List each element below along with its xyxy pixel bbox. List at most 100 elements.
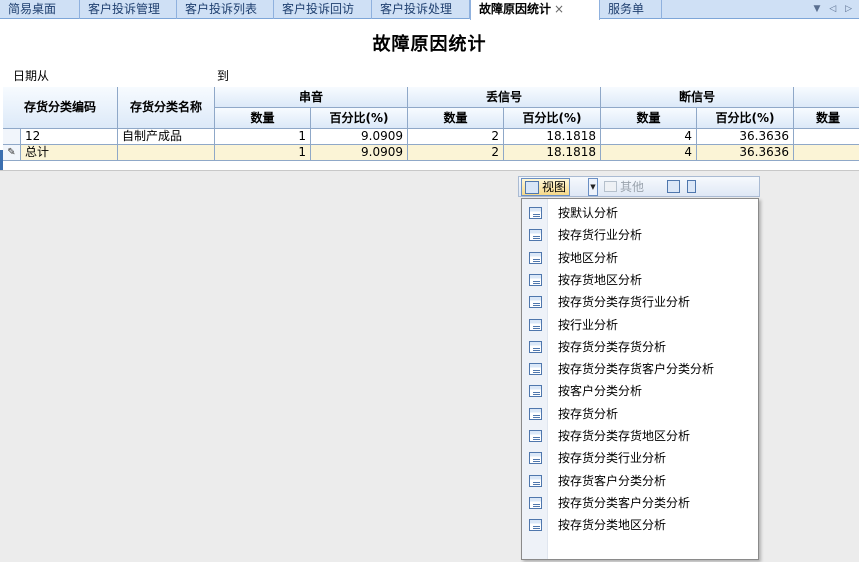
view-menu-item[interactable]: 按存货分类行业分析 <box>522 447 758 469</box>
header-group-signal-lost[interactable]: 丢信号 <box>408 87 601 108</box>
total-qty[interactable]: 1 <box>215 145 311 161</box>
header-pct[interactable]: 百分比(%) <box>697 108 794 129</box>
view-menu-item[interactable]: 按存货分类存货行业分析 <box>522 291 758 313</box>
view-menu-item[interactable]: 按默认分析 <box>522 202 758 224</box>
table-icon <box>529 452 542 465</box>
view-menu-item[interactable]: 按客户分类分析 <box>522 380 758 402</box>
view-menu-item[interactable]: 按存货分类存货客户分类分析 <box>522 358 758 380</box>
tab-service-order[interactable]: 服务单 <box>600 0 662 19</box>
view-menu-item-label: 按存货地区分析 <box>558 272 643 287</box>
tab-nav-arrows-icon[interactable]: ▼ ◁ ▷ <box>814 0 856 19</box>
view-menu-item-label: 按存货分类地区分析 <box>558 518 667 533</box>
table-icon <box>529 296 542 309</box>
table-icon <box>529 318 542 331</box>
view-menu: 按默认分析按存货行业分析 按地区分析按存货地区分析按存货分类存货行业分析 按行业分析… <box>521 198 759 560</box>
header-code[interactable]: 存货分类编码 <box>3 87 118 129</box>
tab-fault-cause-stats[interactable]: 故障原因统计 × <box>470 0 600 20</box>
total-label[interactable]: 总计 <box>21 145 118 161</box>
cell-pct[interactable]: 18.1818 <box>504 129 601 145</box>
table-icon <box>529 519 542 532</box>
view-menu-item[interactable]: 按存货分析 <box>522 403 758 425</box>
view-menu-item-label: 按客户分类分析 <box>558 384 643 399</box>
view-menu-item[interactable]: 按存货客户分类分析 <box>522 470 758 492</box>
tab-complaint-list[interactable]: 客户投诉列表 <box>177 0 274 19</box>
other-icon <box>604 181 617 192</box>
other-button[interactable]: 其他 <box>602 179 644 195</box>
view-menu-item-label: 按存货分类行业分析 <box>558 451 667 466</box>
header-qty[interactable]: 数量 <box>408 108 504 129</box>
table-icon[interactable] <box>667 180 680 193</box>
header-qty[interactable]: 数量 <box>794 108 859 129</box>
view-menu-item-label: 按存货分类存货地区分析 <box>558 429 691 443</box>
table-icon <box>529 363 542 376</box>
chevron-down-icon[interactable]: ▼ <box>588 178 598 196</box>
total-qty[interactable]: 4 <box>601 145 697 161</box>
cell-qty[interactable]: 2 <box>408 129 504 145</box>
view-toolbar: 视图 ▼ 其他 <box>518 176 760 197</box>
view-menu-item[interactable]: 按行业分析 <box>522 314 758 336</box>
total-qty[interactable]: 2 <box>408 145 504 161</box>
cell-name[interactable]: 自制产成品 <box>118 129 215 145</box>
tab-label: 简易桌面 <box>8 2 57 16</box>
header-group-signal-broken[interactable]: 断信号 <box>601 87 794 108</box>
view-menu-item[interactable]: 按存货地区分析 <box>522 269 758 291</box>
header-group-more <box>794 87 859 108</box>
view-menu-item-label: 按存货分类存货分析 <box>558 339 667 354</box>
tab-complaint-management[interactable]: 客户投诉管理 <box>80 0 177 19</box>
view-menu-item[interactable]: 按存货行业分析 <box>522 224 758 246</box>
tab-simple-desktop[interactable]: 简易桌面 <box>0 0 80 19</box>
header-qty[interactable]: 数量 <box>215 108 311 129</box>
view-menu-item[interactable]: 按存货分类存货地区分析 <box>522 425 758 447</box>
date-to-label: 到 <box>217 69 230 83</box>
cell-more[interactable] <box>794 145 859 161</box>
table-icon <box>529 340 542 353</box>
view-menu-item-label: 按默认分析 <box>558 206 619 220</box>
view-menu-item-label: 按存货分类存货行业分析 <box>558 295 691 310</box>
cell-qty[interactable]: 4 <box>601 129 697 145</box>
row-header[interactable] <box>3 129 21 145</box>
total-pct[interactable]: 9.0909 <box>311 145 408 161</box>
table-icon <box>529 385 542 398</box>
tab-label: 客户投诉回访 <box>282 2 355 16</box>
edit-pencil-icon: ✎ <box>3 145 21 161</box>
panel-icon[interactable] <box>687 180 696 193</box>
cell-more[interactable] <box>794 129 859 145</box>
close-icon[interactable]: × <box>554 2 564 16</box>
table-icon <box>529 273 542 286</box>
tab-label: 客户投诉管理 <box>88 2 161 16</box>
cell-pct[interactable]: 36.3636 <box>697 129 794 145</box>
header-qty[interactable]: 数量 <box>601 108 697 129</box>
tab-label: 客户投诉处理 <box>380 2 453 16</box>
tab-label: 服务单 <box>608 2 645 16</box>
header-group-crosstalk[interactable]: 串音 <box>215 87 408 108</box>
view-menu-item-label: 按存货客户分类分析 <box>558 473 667 488</box>
view-button[interactable]: 视图 <box>521 178 571 196</box>
view-menu-item-label: 按行业分析 <box>558 317 619 332</box>
total-pct[interactable]: 36.3636 <box>697 145 794 161</box>
table-icon <box>529 496 542 509</box>
tab-complaint-processing[interactable]: 客户投诉处理 <box>372 0 470 19</box>
view-menu-item-label: 按存货行业分析 <box>558 228 643 243</box>
view-menu-item[interactable]: 按存货分类存货分析 <box>522 336 758 358</box>
view-menu-item[interactable]: 按存货分类地区分析 <box>522 514 758 536</box>
header-pct[interactable]: 百分比(%) <box>504 108 601 129</box>
cell-name[interactable] <box>118 145 215 161</box>
total-pct[interactable]: 18.1818 <box>504 145 601 161</box>
table-icon <box>529 229 542 242</box>
cell-pct[interactable]: 9.0909 <box>311 129 408 145</box>
table-icon <box>529 407 542 420</box>
view-menu-item[interactable]: 按存货分类客户分类分析 <box>522 492 758 514</box>
other-button-label: 其他 <box>620 180 645 194</box>
tab-strip: 简易桌面 客户投诉管理 客户投诉列表 客户投诉回访 客户投诉处理 故障原因统计 ×… <box>0 0 859 20</box>
cell-qty[interactable]: 1 <box>215 129 311 145</box>
tab-complaint-followup[interactable]: 客户投诉回访 <box>274 0 372 19</box>
view-icon <box>525 181 539 194</box>
cell-code[interactable]: 12 <box>21 129 118 145</box>
header-pct[interactable]: 百分比(%) <box>311 108 408 129</box>
view-menu-item-label: 按存货分析 <box>558 406 619 421</box>
date-from-label: 日期从 <box>13 69 50 83</box>
view-menu-item-label: 按地区分析 <box>558 250 619 265</box>
view-menu-item[interactable]: 按地区分析 <box>522 247 758 269</box>
table-icon <box>529 430 542 442</box>
header-name[interactable]: 存货分类名称 <box>118 87 215 129</box>
